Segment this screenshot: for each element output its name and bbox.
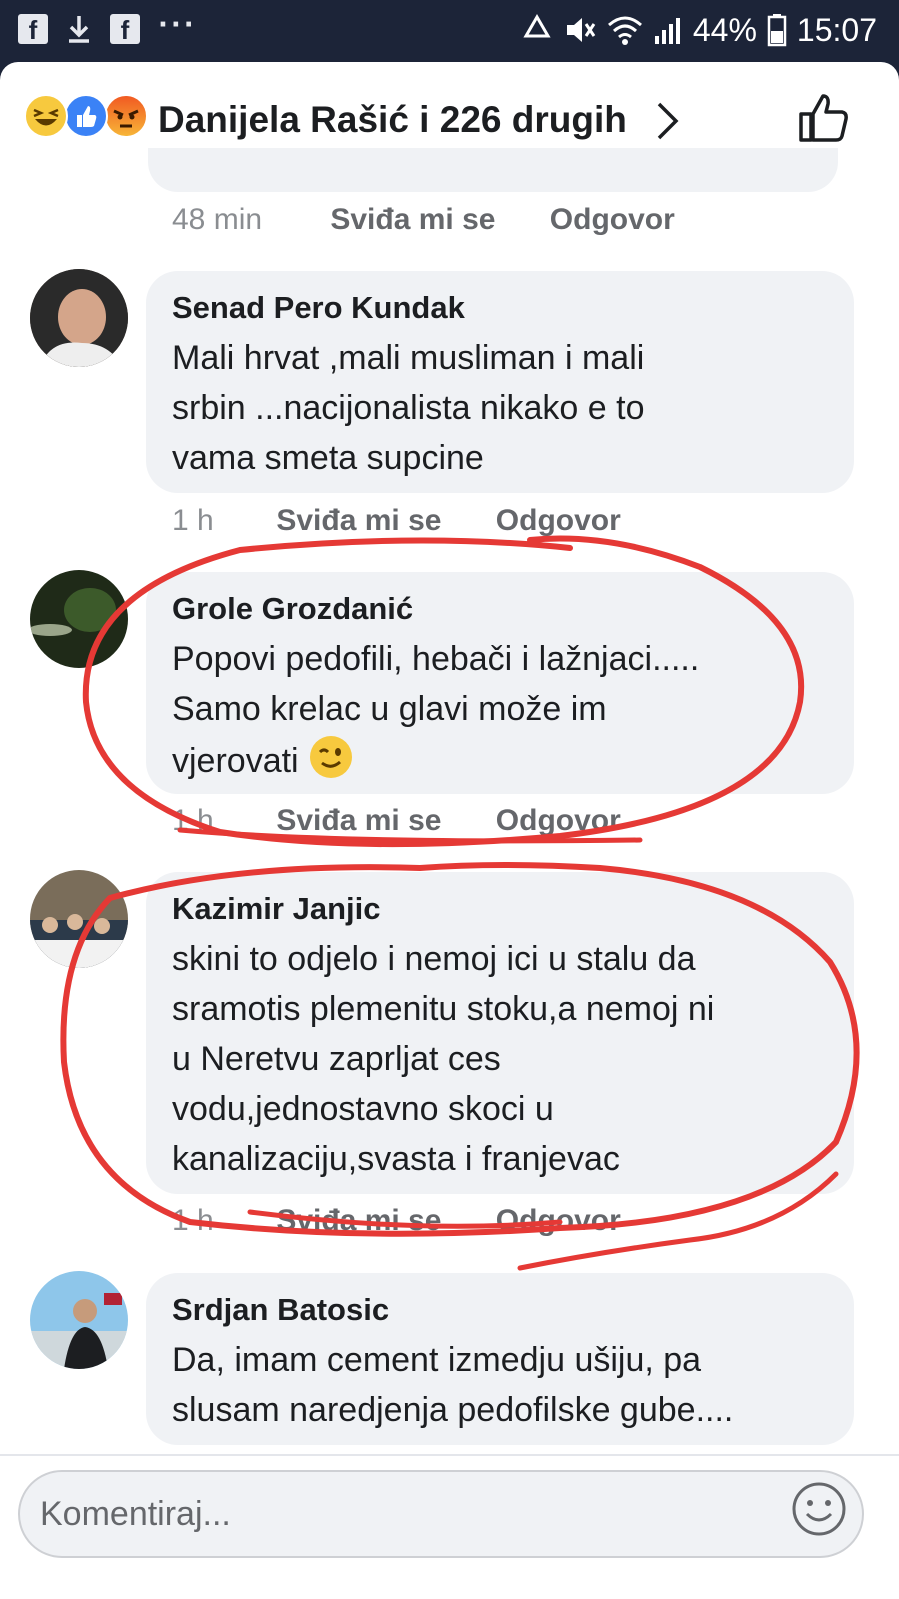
comment-composer: Komentiraj...: [0, 1454, 899, 1599]
avatar[interactable]: [30, 269, 128, 367]
avatar[interactable]: [30, 1271, 128, 1369]
comments-sheet: Danijela Rašić i 226 drugih 48 min Sviđa…: [0, 62, 899, 1599]
reply-button[interactable]: Odgovor: [496, 804, 621, 837]
comment-meta: 1 h Sviđa mi se Odgovor: [172, 803, 621, 839]
comment-line: vodu,jednostavno skoci u: [172, 1090, 554, 1128]
comment-author[interactable]: Grole Grozdanić: [172, 590, 828, 628]
comment-time: 48 min: [172, 203, 263, 236]
comment-line: slusam naredjenja pedofilske gube....: [172, 1391, 734, 1429]
mute-icon: [566, 18, 596, 42]
comment-author[interactable]: Kazimir Janjic: [172, 890, 828, 928]
comment-line: kanalizaciju,svasta i franjevac: [172, 1140, 620, 1178]
comment-line: vjerovati: [172, 734, 828, 786]
like-button[interactable]: [798, 92, 850, 144]
emoji-icon[interactable]: [790, 1480, 848, 1538]
reaction-icons: [24, 94, 150, 140]
comment-text: skini to odjelo i nemoj ici u stalu da s…: [172, 934, 828, 1184]
comment-line: vama smeta supcine: [172, 439, 484, 477]
comment-line: Samo krelac u glavi može im: [172, 690, 607, 728]
reply-button[interactable]: Odgovor: [496, 504, 621, 537]
more-icon: ···: [158, 10, 197, 40]
like-icon: [64, 94, 108, 138]
chevron-right-icon[interactable]: [655, 100, 681, 142]
battery-percent: 44%: [692, 12, 757, 48]
comment-author[interactable]: Senad Pero Kundak: [172, 289, 828, 327]
comment-input[interactable]: Komentiraj...: [18, 1470, 864, 1558]
signal-icon: [654, 18, 680, 44]
wink-icon: [310, 736, 353, 778]
comment-bubble: Srdjan Batosic Da, imam cement izmedju u…: [146, 1273, 854, 1445]
reply-button[interactable]: Odgovor: [496, 1204, 621, 1237]
like-comment-button[interactable]: Sviđa mi se: [276, 803, 441, 839]
comment-text: Mali hrvat ,mali musliman i mali srbin .…: [172, 333, 828, 483]
comment-bubble: Senad Pero Kundak Mali hrvat ,mali musli…: [146, 271, 854, 493]
comment-text: Popovi pedofili, hebači i lažnjaci..... …: [172, 634, 828, 786]
status-bar: f f ··· 44% 15:07: [0, 0, 899, 62]
recycle-icon: [523, 14, 551, 38]
previous-comment-bubble: [148, 148, 838, 192]
facebook-icon: f: [110, 14, 140, 45]
haha-icon: [24, 94, 68, 138]
comment-meta: 1 h Sviđa mi se Odgovor: [172, 503, 621, 539]
comment-meta: 48 min Sviđa mi se Odgovor: [172, 202, 675, 238]
comment-line: skini to odjelo i nemoj ici u stalu da: [172, 940, 696, 978]
battery-icon: [767, 14, 787, 47]
comment-line: sramotis plemenitu stoku,a nemoj ni: [172, 990, 715, 1028]
facebook-icon: f: [18, 14, 48, 45]
reply-button[interactable]: Odgovor: [550, 203, 675, 236]
avatar[interactable]: [30, 870, 128, 968]
comment-line: Mali hrvat ,mali musliman i mali: [172, 339, 645, 377]
avatar[interactable]: [30, 570, 128, 668]
comment-line: Popovi pedofili, hebači i lažnjaci.....: [172, 640, 700, 678]
comment-bubble: Grole Grozdanić Popovi pedofili, hebači …: [146, 572, 854, 794]
clock: 15:07: [796, 12, 877, 48]
like-comment-button[interactable]: Sviđa mi se: [330, 202, 495, 238]
wifi-icon: [607, 16, 642, 45]
comment-time: 1 h: [172, 1204, 214, 1237]
comment-meta: 1 h Sviđa mi se Odgovor: [172, 1203, 621, 1239]
download-icon: [69, 16, 89, 43]
angry-icon: [104, 94, 148, 138]
comment-line: Da, imam cement izmedju ušiju, pa: [172, 1341, 702, 1379]
like-comment-button[interactable]: Sviđa mi se: [276, 503, 441, 539]
like-comment-button[interactable]: Sviđa mi se: [276, 1203, 441, 1239]
reactions-summary[interactable]: Danijela Rašić i 226 drugih: [158, 98, 627, 142]
comment-line: u Neretvu zaprljat ces: [172, 1040, 501, 1078]
comment-author[interactable]: Srdjan Batosic: [172, 1291, 828, 1329]
comment-text: Da, imam cement izmedju ušiju, pa slusam…: [172, 1335, 828, 1435]
comment-bubble: Kazimir Janjic skini to odjelo i nemoj i…: [146, 872, 854, 1194]
comment-time: 1 h: [172, 804, 214, 837]
comment-line: srbin ...nacijonalista nikako e to: [172, 389, 645, 427]
comment-time: 1 h: [172, 504, 214, 537]
